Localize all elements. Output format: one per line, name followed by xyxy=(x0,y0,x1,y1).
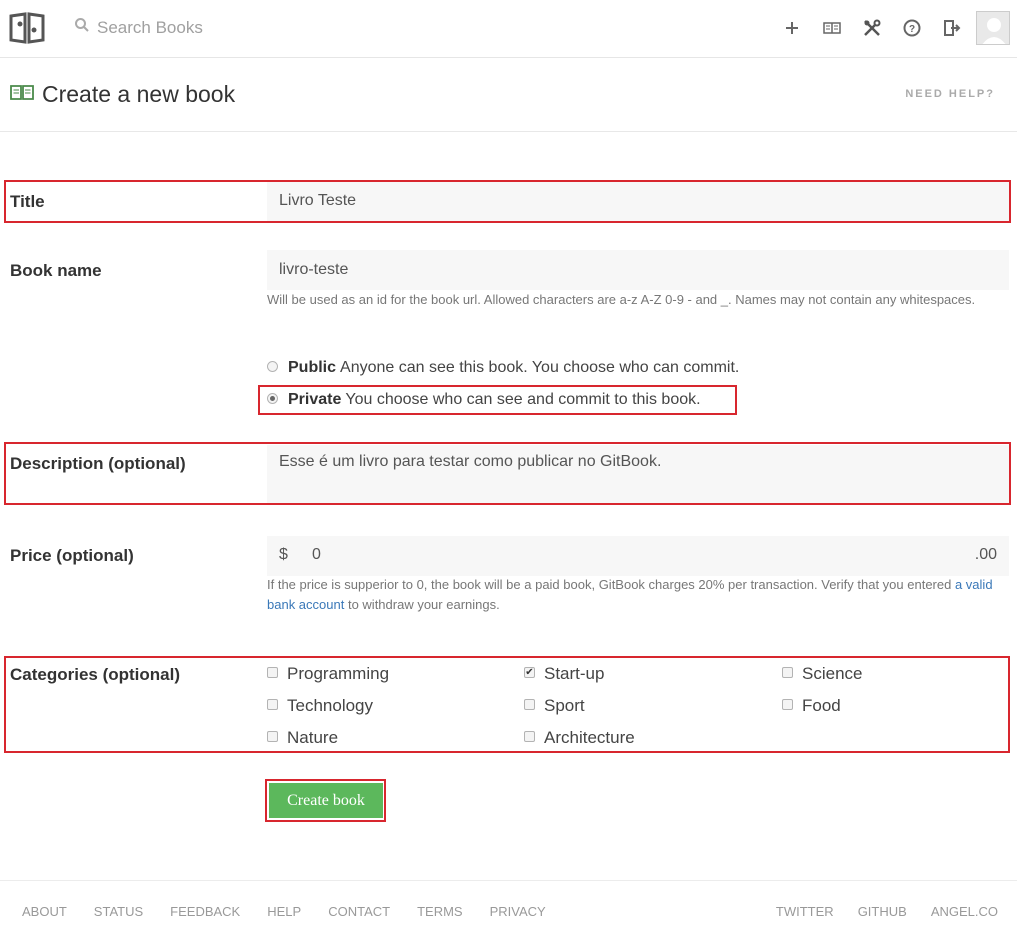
book-name-hint: Will be used as an id for the book url. … xyxy=(267,292,976,307)
public-radio-desc: Anyone can see this book. You choose who… xyxy=(340,359,740,376)
public-radio[interactable] xyxy=(267,360,278,372)
open-book-icon xyxy=(10,83,34,106)
price-hint-prefix: If the price is supperior to 0, the book… xyxy=(267,577,952,592)
title-input[interactable] xyxy=(267,181,1009,221)
book-name-label: Book name xyxy=(10,261,102,280)
category-checkbox[interactable] xyxy=(267,666,278,678)
category-checkbox[interactable] xyxy=(782,666,793,678)
footer-link-twitter[interactable]: TWITTER xyxy=(776,904,834,919)
price-hint-suffix: to withdraw your earnings. xyxy=(347,597,500,612)
category-checkbox[interactable]: ✔ xyxy=(524,666,535,678)
category-option[interactable]: ✔ Start-up xyxy=(524,664,604,684)
public-radio-option[interactable]: Public Anyone can see this book. You cho… xyxy=(267,359,739,377)
price-value[interactable]: 0 xyxy=(312,546,321,564)
category-label: Sport xyxy=(544,696,585,715)
category-option[interactable]: Technology xyxy=(267,696,373,716)
footer-link-privacy[interactable]: PRIVACY xyxy=(490,904,546,919)
page-title: Create a new book xyxy=(42,81,236,107)
footer-link-status[interactable]: STATUS xyxy=(94,904,143,919)
category-label: Technology xyxy=(287,696,374,715)
footer-link-feedback[interactable]: FEEDBACK xyxy=(170,904,240,919)
create-book-button[interactable]: Create book xyxy=(269,783,383,818)
footer-link-about[interactable]: ABOUT xyxy=(22,904,67,919)
search-icon xyxy=(74,17,90,38)
category-option[interactable]: Science xyxy=(782,664,862,684)
search-input[interactable] xyxy=(97,17,317,38)
help-icon[interactable]: ? xyxy=(902,18,922,38)
top-navbar: ? xyxy=(0,0,1017,58)
sign-out-icon[interactable] xyxy=(942,18,962,38)
price-currency: $ xyxy=(279,546,288,563)
footer-link-contact[interactable]: CONTACT xyxy=(328,904,390,919)
plus-icon[interactable] xyxy=(782,18,802,38)
price-input[interactable]: $ 0 .00 xyxy=(267,536,1009,576)
page-header: Create a new book NEED HELP? xyxy=(0,59,1017,132)
footer: ABOUT STATUS FEEDBACK HELP CONTACT TERMS PRIVA… xyxy=(0,880,1017,927)
price-label: Price (optional) xyxy=(10,546,134,565)
svg-text:?: ? xyxy=(909,24,915,35)
category-label: Programming xyxy=(287,664,390,683)
footer-link-angelco[interactable]: ANGEL.CO xyxy=(931,904,998,919)
private-radio-title: Private xyxy=(288,391,342,408)
category-label: Science xyxy=(802,664,863,683)
category-label: Start-up xyxy=(544,664,605,683)
footer-link-github[interactable]: GITHUB xyxy=(858,904,907,919)
category-checkbox[interactable] xyxy=(267,730,278,742)
footer-link-terms[interactable]: TERMS xyxy=(417,904,463,919)
footer-link-help[interactable]: HELP xyxy=(267,904,301,919)
category-option[interactable]: Sport xyxy=(524,696,585,716)
category-option[interactable]: Food xyxy=(782,696,841,716)
private-radio-option[interactable]: Private You choose who can see and commi… xyxy=(267,391,701,409)
category-checkbox[interactable] xyxy=(782,698,793,710)
category-label: Architecture xyxy=(544,728,635,747)
footer-left-links: ABOUT STATUS FEEDBACK HELP CONTACT TERMS PRIVA… xyxy=(22,904,546,919)
tools-icon[interactable] xyxy=(862,18,882,38)
public-radio-title: Public xyxy=(288,359,337,376)
avatar[interactable] xyxy=(976,11,1010,45)
category-label: Nature xyxy=(287,728,339,747)
category-label: Food xyxy=(802,696,841,715)
footer-right-links: TWITTER GITHUB ANGEL.CO xyxy=(776,904,998,919)
search-bar[interactable] xyxy=(74,17,317,38)
title-label: Title xyxy=(10,192,45,211)
book-name-input[interactable] xyxy=(267,250,1009,290)
category-checkbox[interactable] xyxy=(267,698,278,710)
gitbook-logo-icon[interactable] xyxy=(9,12,45,44)
price-hint: If the price is supperior to 0, the book… xyxy=(267,575,1009,615)
categories-label: Categories (optional) xyxy=(10,665,181,684)
category-option[interactable]: Programming xyxy=(267,664,389,684)
description-label: Description (optional) xyxy=(10,454,186,473)
category-option[interactable]: Architecture xyxy=(524,728,635,748)
description-textarea[interactable]: Esse é um livro para testar como publica… xyxy=(267,445,1009,503)
category-option[interactable]: Nature xyxy=(267,728,338,748)
private-radio[interactable] xyxy=(267,392,278,404)
category-checkbox[interactable] xyxy=(524,698,535,710)
price-cents: .00 xyxy=(974,546,997,563)
category-checkbox[interactable] xyxy=(524,730,535,742)
need-help-link[interactable]: NEED HELP? xyxy=(905,88,995,100)
book-icon[interactable] xyxy=(822,18,842,38)
private-radio-desc: You choose who can see and commit to thi… xyxy=(345,391,701,408)
